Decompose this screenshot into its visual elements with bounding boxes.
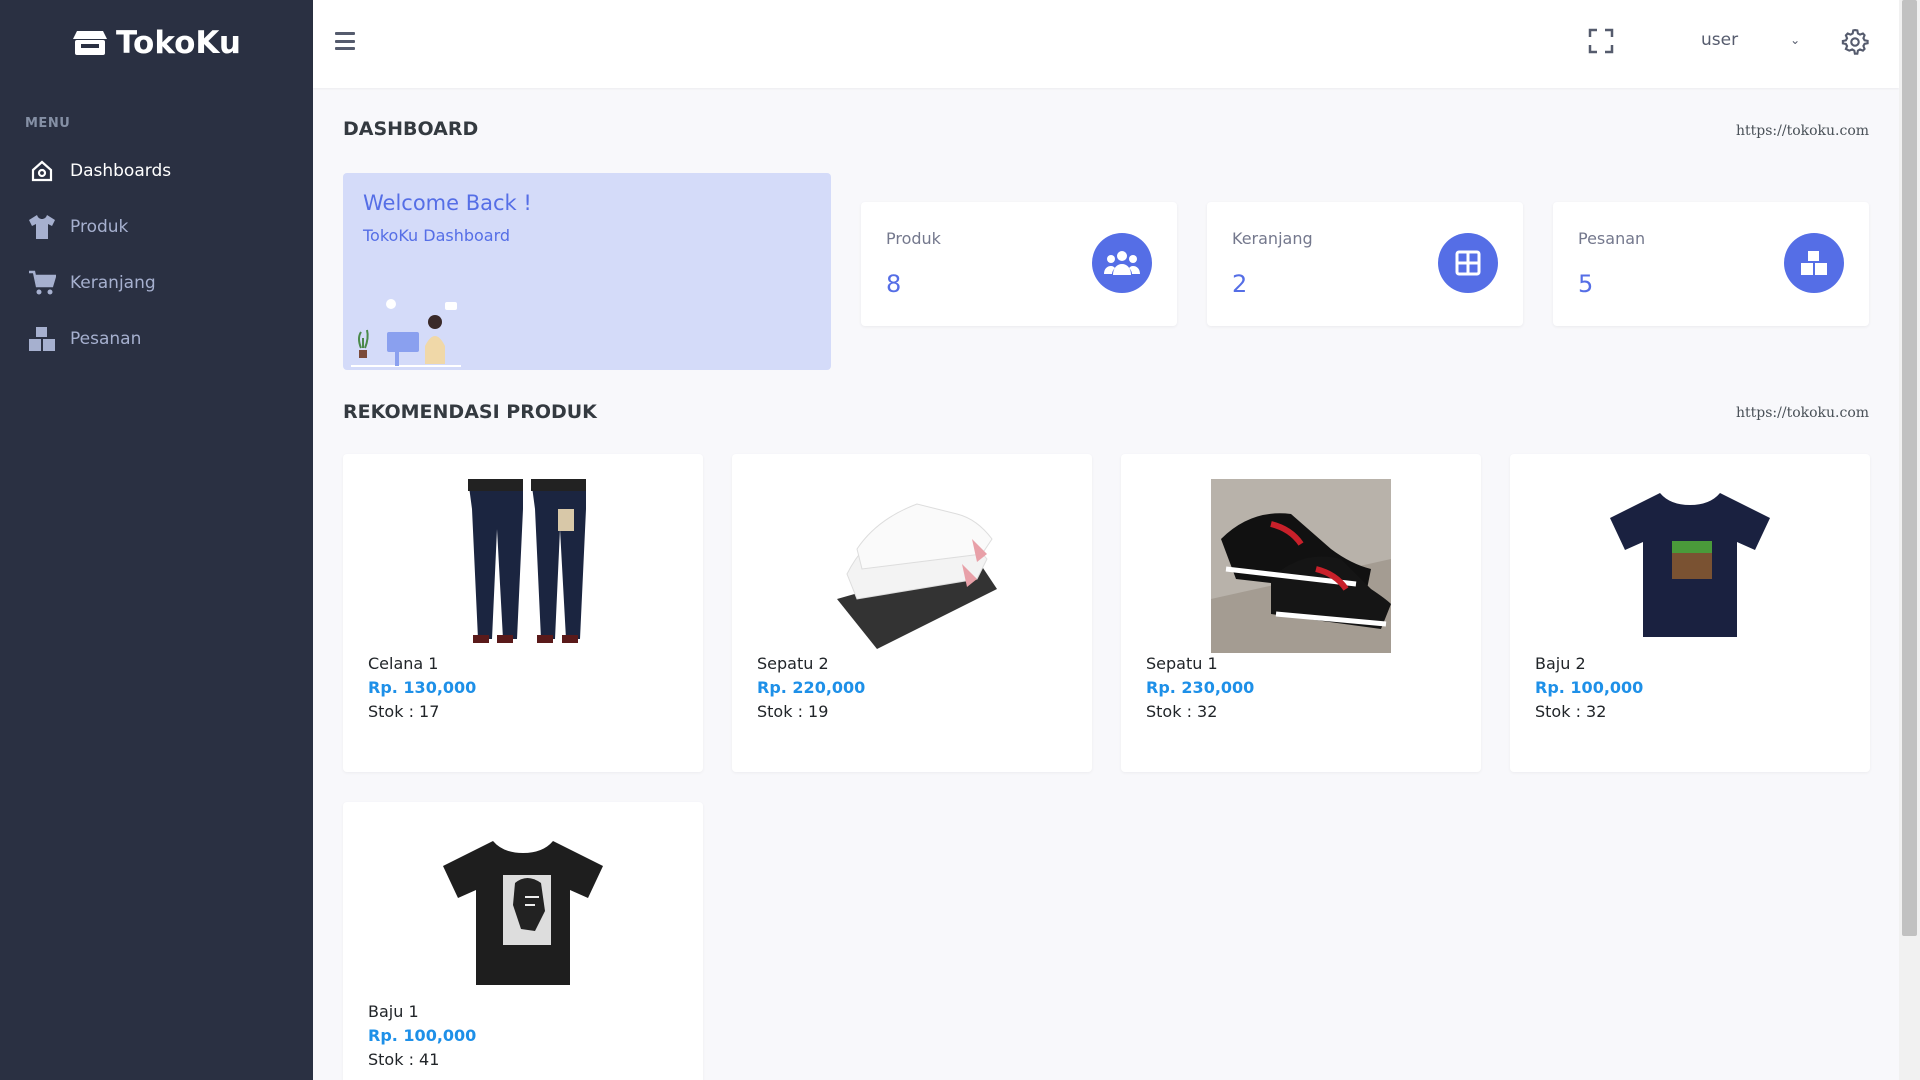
grid-icon bbox=[1438, 233, 1498, 293]
sidebar-item-dashboards[interactable]: Dashboards bbox=[0, 143, 313, 199]
stat-label: Keranjang bbox=[1232, 229, 1313, 248]
scrollbar-thumb[interactable] bbox=[1902, 0, 1917, 936]
stat-card-pesanan[interactable]: Pesanan 5 bbox=[1553, 202, 1869, 326]
store-icon bbox=[72, 28, 108, 58]
user-dropdown[interactable]: user ⌄ bbox=[1701, 30, 1800, 50]
product-card[interactable]: Sepatu 2 Rp. 220,000 Stok : 19 bbox=[732, 454, 1092, 772]
sidebar-item-pesanan[interactable]: Pesanan bbox=[0, 311, 313, 367]
sidebar-item-label: Keranjang bbox=[70, 273, 156, 293]
users-icon bbox=[1092, 233, 1152, 293]
product-card[interactable]: Sepatu 1 Rp. 230,000 Stok : 32 bbox=[1121, 454, 1481, 772]
stat-card-produk[interactable]: Produk 8 bbox=[861, 202, 1177, 326]
boxes-icon bbox=[1784, 233, 1844, 293]
home-icon bbox=[28, 157, 56, 185]
menu-title: MENU bbox=[25, 116, 71, 131]
product-price: Rp. 100,000 bbox=[1535, 678, 1644, 697]
menu-toggle-icon[interactable] bbox=[335, 32, 355, 50]
boxes-icon bbox=[28, 325, 56, 353]
stat-label: Pesanan bbox=[1578, 229, 1646, 248]
product-name: Baju 1 bbox=[368, 1002, 419, 1021]
product-stock: Stok : 19 bbox=[757, 702, 829, 721]
product-image-navy-tshirt bbox=[1600, 479, 1780, 653]
gear-icon[interactable] bbox=[1841, 28, 1869, 56]
recommendations-title: REKOMENDASI PRODUK bbox=[343, 401, 597, 423]
product-price: Rp. 230,000 bbox=[1146, 678, 1255, 697]
sidebar: TokoKu MENU Dashboards Produk Keranjang … bbox=[0, 0, 313, 1080]
stat-card-keranjang[interactable]: Keranjang 2 bbox=[1207, 202, 1523, 326]
product-price: Rp. 220,000 bbox=[757, 678, 866, 697]
topbar: user ⌄ bbox=[313, 0, 1899, 88]
product-name: Baju 2 bbox=[1535, 654, 1586, 673]
product-image-white-sneakers bbox=[822, 479, 1002, 653]
product-name: Sepatu 2 bbox=[757, 654, 829, 673]
page-title: DASHBOARD bbox=[343, 118, 479, 140]
welcome-subtitle: TokoKu Dashboard bbox=[363, 226, 511, 245]
sidebar-item-label: Dashboards bbox=[70, 161, 172, 181]
product-image-jeans bbox=[433, 479, 613, 653]
product-stock: Stok : 32 bbox=[1535, 702, 1607, 721]
fullscreen-icon[interactable] bbox=[1588, 28, 1614, 54]
sidebar-item-keranjang[interactable]: Keranjang bbox=[0, 255, 313, 311]
product-stock: Stok : 32 bbox=[1146, 702, 1218, 721]
product-card[interactable]: Celana 1 Rp. 130,000 Stok : 17 bbox=[343, 454, 703, 772]
stat-value: 2 bbox=[1232, 270, 1248, 298]
scrollbar[interactable] bbox=[1899, 0, 1920, 1080]
sidebar-item-label: Produk bbox=[70, 217, 129, 237]
product-price: Rp. 130,000 bbox=[368, 678, 477, 697]
product-card[interactable]: Baju 2 Rp. 100,000 Stok : 32 bbox=[1510, 454, 1870, 772]
product-name: Sepatu 1 bbox=[1146, 654, 1218, 673]
workspace-illustration bbox=[351, 298, 461, 372]
brand-name: TokoKu bbox=[116, 25, 241, 61]
sidebar-item-produk[interactable]: Produk bbox=[0, 199, 313, 255]
product-name: Celana 1 bbox=[368, 654, 439, 673]
welcome-card: Welcome Back ! TokoKu Dashboard bbox=[343, 173, 831, 370]
stat-label: Produk bbox=[886, 229, 941, 248]
page-url: https://tokoku.com bbox=[1736, 123, 1870, 139]
product-price: Rp. 100,000 bbox=[368, 1026, 477, 1045]
product-image-black-tshirt bbox=[433, 827, 613, 1001]
sidebar-item-label: Pesanan bbox=[70, 329, 142, 349]
product-stock: Stok : 17 bbox=[368, 702, 440, 721]
product-image-black-red-sneakers bbox=[1211, 479, 1391, 653]
product-card[interactable]: Baju 1 Rp. 100,000 Stok : 41 bbox=[343, 802, 703, 1080]
chevron-down-icon: ⌄ bbox=[1790, 33, 1801, 47]
welcome-heading: Welcome Back ! bbox=[363, 191, 532, 215]
stat-value: 8 bbox=[886, 270, 902, 298]
user-name: user bbox=[1701, 30, 1739, 50]
tshirt-icon bbox=[28, 213, 56, 241]
brand[interactable]: TokoKu bbox=[0, 0, 313, 86]
cart-icon bbox=[28, 269, 56, 297]
product-stock: Stok : 41 bbox=[368, 1050, 440, 1069]
recommendations-url: https://tokoku.com bbox=[1736, 405, 1870, 421]
stat-value: 5 bbox=[1578, 270, 1594, 298]
